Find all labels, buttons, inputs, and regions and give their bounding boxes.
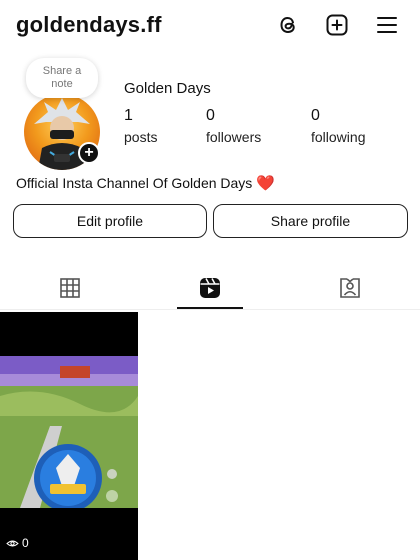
reel-views-value: 0 (22, 536, 29, 550)
profile-bio: Official Insta Channel Of Golden Days ❤️ (16, 174, 275, 192)
following-label: following (311, 129, 366, 145)
reel-thumbnail[interactable]: 0 (0, 312, 138, 560)
followers-count: 0 (206, 107, 215, 124)
eye-icon (6, 540, 19, 546)
following-count: 0 (311, 107, 320, 124)
tagged-icon (340, 278, 360, 298)
tab-reels[interactable] (140, 266, 280, 310)
add-square-icon[interactable] (324, 12, 350, 38)
profile-username[interactable]: goldendays.ff (16, 12, 162, 38)
add-story-button[interactable]: + (78, 142, 100, 164)
top-bar: goldendays.ff (0, 0, 420, 50)
posts-label: posts (124, 129, 158, 145)
following-stat[interactable]: 0 following (311, 107, 365, 145)
tab-tagged[interactable] (280, 266, 420, 310)
tabs-divider (0, 309, 420, 310)
grid-icon (60, 278, 80, 298)
followers-stat[interactable]: 0 followers (206, 107, 261, 145)
threads-icon[interactable] (275, 12, 301, 38)
profile-display-name: Golden Days (124, 80, 211, 97)
reels-icon (200, 278, 220, 298)
hamburger-menu-icon[interactable] (374, 12, 400, 38)
reel-preview-image (0, 356, 138, 508)
followers-label: followers (206, 129, 262, 145)
edit-profile-button[interactable]: Edit profile (13, 204, 207, 238)
profile-tabs (0, 266, 420, 310)
reel-view-count: 0 (6, 536, 29, 550)
posts-stat[interactable]: 1 posts (124, 107, 157, 145)
posts-count: 1 (124, 107, 133, 124)
bio-text: Official Insta Channel Of Golden Days (16, 175, 253, 191)
heart-emoji: ❤️ (256, 175, 275, 192)
share-profile-button[interactable]: Share profile (213, 204, 408, 238)
share-note-bubble[interactable]: Share a note (26, 58, 98, 98)
tab-grid[interactable] (0, 266, 140, 310)
